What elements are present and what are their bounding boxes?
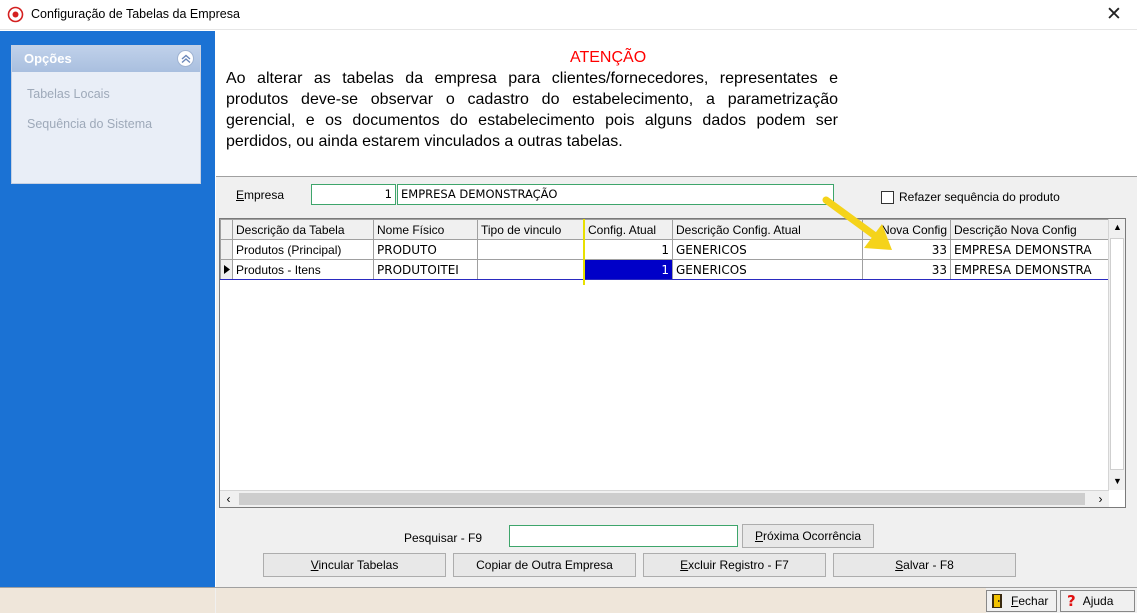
sidebar-item-sequencia-sistema[interactable]: Sequência do Sistema xyxy=(27,117,152,131)
vertical-scroll-thumb[interactable] xyxy=(1110,238,1124,470)
empresa-label-rest: mpresa xyxy=(244,188,285,202)
tables-grid[interactable]: Descrição da Tabela Nome Físico Tipo de … xyxy=(219,218,1126,508)
collapse-chevron-icon[interactable] xyxy=(177,50,194,67)
excluir-label: xcluir Registro - F7 xyxy=(688,558,789,572)
excluir-accel: E xyxy=(680,558,689,572)
col-header-descricao[interactable]: Descrição da Tabela xyxy=(232,219,374,240)
cell-desc-nova-config[interactable]: EMPRESA DEMONSTRA xyxy=(950,259,1110,280)
salvar-label: alvar - F8 xyxy=(903,558,954,572)
cell-desc-nova-config[interactable]: EMPRESA DEMONSTRA xyxy=(950,239,1110,260)
cell-config-atual-selected[interactable]: 1 xyxy=(584,259,673,280)
refazer-sequencia-checkbox[interactable]: Refazer sequência do produto xyxy=(881,190,1060,204)
yellow-arrow-annotation-icon xyxy=(822,196,892,250)
cell-nome-fisico[interactable]: PRODUTOITEI xyxy=(373,259,478,280)
horizontal-scrollbar[interactable]: ‹ › xyxy=(220,490,1109,507)
table-row[interactable]: Produtos - Itens PRODUTOITEI 1 GENERICOS… xyxy=(220,259,1110,280)
column-split-line xyxy=(583,219,585,285)
col-header-tipo-vinculo[interactable]: Tipo de vinculo xyxy=(477,219,585,240)
cell-descricao[interactable]: Produtos (Principal) xyxy=(232,239,374,260)
help-question-icon: ? xyxy=(1067,592,1076,610)
cell-tipo-vinculo[interactable] xyxy=(477,259,585,280)
search-label: Pesquisar - F9 xyxy=(404,531,483,545)
salvar-button[interactable]: Salvar - F8 xyxy=(833,553,1016,577)
horizontal-scroll-thumb[interactable] xyxy=(239,493,1085,505)
cell-nova-config[interactable]: 33 xyxy=(862,259,951,280)
cell-desc-config-atual[interactable]: GENERICOS xyxy=(672,259,863,280)
next-occurrence-accel: P xyxy=(754,529,763,543)
cell-nome-fisico[interactable]: PRODUTO xyxy=(373,239,478,260)
search-input[interactable] xyxy=(509,525,738,547)
row-indicator-header xyxy=(220,219,233,240)
col-header-desc-nova-config[interactable]: Descrição Nova Config xyxy=(950,219,1110,240)
ajuda-button[interactable]: ? Ajuda xyxy=(1060,590,1135,612)
next-occurrence-button[interactable]: Próxima Ocorrência xyxy=(742,524,874,548)
title-bar: Configuração de Tabelas da Empresa ✕ xyxy=(0,0,1137,30)
window-title: Configuração de Tabelas da Empresa xyxy=(31,7,240,21)
grid-header-row: Descrição da Tabela Nome Físico Tipo de … xyxy=(220,219,1110,240)
fechar-button[interactable]: Fechar xyxy=(986,590,1057,612)
vincular-label: incular Tabelas xyxy=(318,558,399,572)
excluir-registro-button[interactable]: Excluir Registro - F7 xyxy=(643,553,826,577)
warning-panel: ATENÇÃO Ao alterar as tabelas da empresa… xyxy=(216,31,1137,176)
current-row-pointer-icon xyxy=(220,259,233,280)
ajuda-label: Ajuda xyxy=(1082,594,1114,608)
empresa-label-accel: E xyxy=(236,188,245,202)
empresa-code-field[interactable]: 1 xyxy=(311,184,396,205)
cell-tipo-vinculo[interactable] xyxy=(477,239,585,260)
status-panel-left xyxy=(0,588,215,613)
warning-title: ATENÇÃO xyxy=(570,49,647,66)
refazer-sequencia-label: Refazer sequência do produto xyxy=(899,190,1060,204)
scroll-right-icon[interactable]: › xyxy=(1092,491,1109,507)
table-row[interactable]: Produtos (Principal) PRODUTO 1 GENERICOS… xyxy=(220,239,1110,260)
scroll-down-icon[interactable]: ▼ xyxy=(1109,473,1125,490)
sidebar: Opções Tabelas Locais Sequência do Siste… xyxy=(0,31,215,587)
scroll-up-icon[interactable]: ▲ xyxy=(1109,219,1125,236)
salvar-accel: S xyxy=(895,558,904,572)
cell-config-atual[interactable]: 1 xyxy=(584,239,673,260)
col-header-config-atual[interactable]: Config. Atual xyxy=(584,219,673,240)
exit-door-icon xyxy=(992,594,1002,608)
options-panel-header[interactable]: Opções xyxy=(12,46,200,72)
status-bar: Fechar ? Ajuda xyxy=(0,587,1137,613)
scroll-left-icon[interactable]: ‹ xyxy=(220,491,237,507)
next-occurrence-label: róxima Ocorrência xyxy=(762,529,862,543)
col-header-nome-fisico[interactable]: Nome Físico xyxy=(373,219,478,240)
warning-text: Ao alterar as tabelas da empresa para cl… xyxy=(226,70,838,150)
copiar-outra-empresa-button[interactable]: Copiar de Outra Empresa xyxy=(453,553,636,577)
vertical-scrollbar[interactable]: ▲ ▼ xyxy=(1108,219,1125,490)
app-target-icon xyxy=(7,6,24,23)
options-panel-title: Opções xyxy=(24,51,72,66)
empresa-name-field[interactable]: EMPRESA DEMONSTRAÇÃO xyxy=(397,184,834,205)
fechar-accel: F xyxy=(1011,594,1019,608)
cell-descricao[interactable]: Produtos - Itens xyxy=(232,259,374,280)
sidebar-item-tabelas-locais[interactable]: Tabelas Locais xyxy=(27,87,110,101)
fechar-label: echar xyxy=(1018,594,1049,608)
options-panel: Opções Tabelas Locais Sequência do Siste… xyxy=(11,45,201,184)
status-panel-main xyxy=(216,588,986,613)
grid-table: Descrição da Tabela Nome Físico Tipo de … xyxy=(220,219,1110,280)
row-indicator[interactable] xyxy=(220,239,233,260)
close-button[interactable]: ✕ xyxy=(1091,0,1137,30)
empresa-label: Empresa xyxy=(236,188,284,202)
vincular-tabelas-button[interactable]: Vincular Tabelas xyxy=(263,553,446,577)
